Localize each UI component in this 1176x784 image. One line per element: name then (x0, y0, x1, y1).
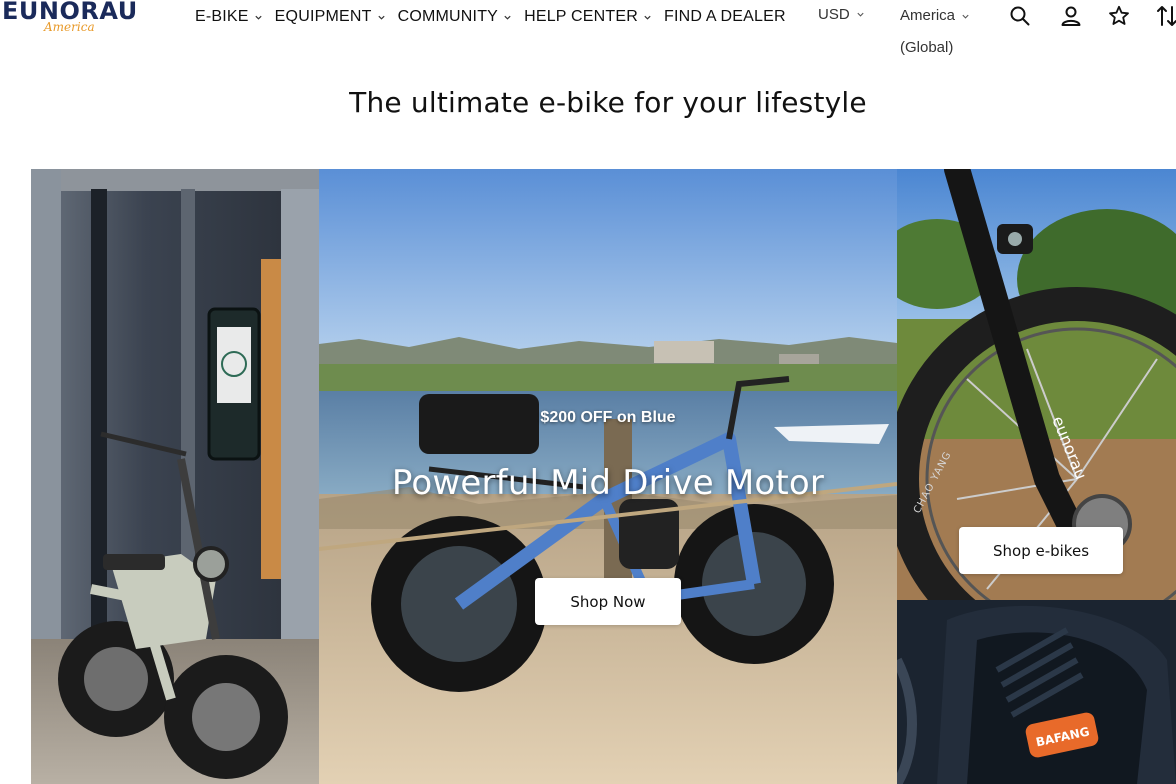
nav-label: FIND A DEALER (664, 8, 786, 25)
nav-label: COMMUNITY (397, 8, 499, 25)
nav-item-equipment[interactable]: EQUIPMENT (275, 8, 386, 26)
nav-label: EQUIPMENT (274, 8, 372, 25)
chevron-down-icon (643, 13, 652, 22)
promo-text: $200 OFF on Blue (540, 409, 676, 426)
nav-item-find-a-dealer[interactable]: FIND A DEALER (664, 8, 786, 26)
hero-slide: $200 OFF on Blue Powerful Mid Drive Moto… (319, 169, 897, 784)
chevron-down-icon (377, 13, 386, 22)
search-icon[interactable] (1008, 4, 1032, 28)
scooter-photo (31, 169, 319, 784)
star-icon[interactable] (1107, 4, 1131, 28)
gallery-image-scooter[interactable] (31, 169, 319, 784)
motor-photo: BAFANG (897, 600, 1176, 784)
hero-title: Powerful Mid Drive Motor (391, 463, 825, 503)
sort-icon[interactable] (1154, 4, 1176, 28)
shop-now-button[interactable]: Shop Now (535, 578, 681, 625)
gallery-image-fork: eunorau CHAO YANG Shop e-bikes (897, 169, 1176, 600)
brand-subtitle: America (44, 20, 95, 34)
chevron-down-icon (961, 12, 970, 21)
main-nav: E-BIKE EQUIPMENT COMMUNITY HELP CENTER F… (195, 6, 786, 28)
nav-item-help-center[interactable]: HELP CENTER (524, 8, 652, 26)
page-headline: The ultimate e-bike for your lifestyle (349, 86, 867, 119)
currency-label: USD (818, 6, 850, 23)
chevron-down-icon (254, 13, 263, 22)
region-selector[interactable]: America (Global) (900, 6, 990, 58)
region-label: America (900, 7, 956, 24)
chevron-down-icon (856, 10, 865, 19)
brand-logo[interactable]: EUNORAU America (0, 0, 145, 40)
nav-item-community[interactable]: COMMUNITY (398, 8, 512, 26)
shop-e-bikes-button[interactable]: Shop e-bikes (959, 527, 1123, 574)
nav-label: HELP CENTER (524, 8, 638, 25)
account-icon[interactable] (1059, 4, 1083, 28)
region-sublabel: (Global) (900, 39, 954, 56)
site-header: EUNORAU America E-BIKE EQUIPMENT COMMUNI… (0, 0, 1176, 62)
gallery-image-motor[interactable]: BAFANG (897, 600, 1176, 784)
nav-label: E-BIKE (195, 8, 249, 25)
chevron-down-icon (503, 13, 512, 22)
nav-item-e-bike[interactable]: E-BIKE (195, 8, 263, 26)
currency-selector[interactable]: USD (818, 6, 865, 23)
